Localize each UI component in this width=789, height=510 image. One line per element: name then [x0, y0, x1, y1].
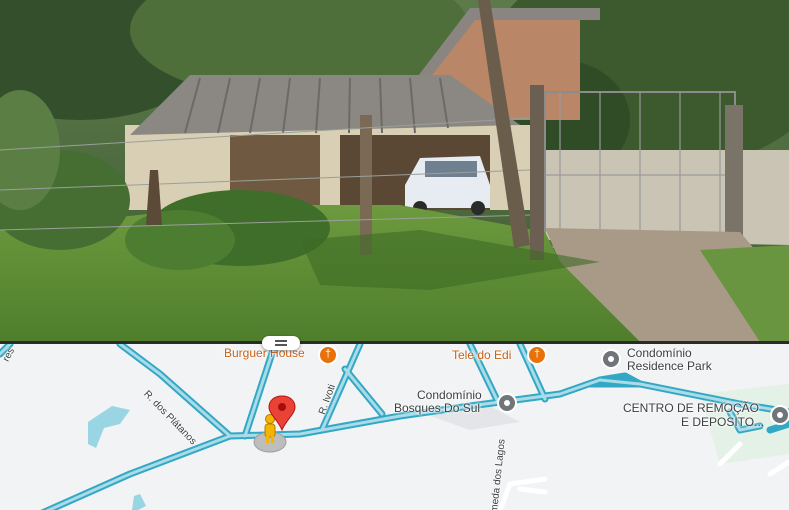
street-view-image: [0, 0, 789, 342]
place-marker-icon[interactable]: [601, 349, 621, 369]
place-marker-icon[interactable]: [497, 393, 517, 413]
resize-handle[interactable]: [262, 336, 300, 350]
poi-label-centro-line1[interactable]: CENTRO DE REMOÇÃO: [623, 402, 759, 415]
restaurant-icon[interactable]: [527, 345, 547, 365]
handle-grip-line: [275, 344, 287, 346]
place-marker-icon[interactable]: [770, 405, 789, 425]
map-view[interactable]: R. dos Plátanos R. Ivoti meda dos Lagos …: [0, 344, 789, 510]
street-view-panorama[interactable]: [0, 0, 789, 342]
restaurant-icon[interactable]: [318, 345, 338, 365]
poi-label-centro-line2[interactable]: E DEPOSITO...: [681, 416, 764, 429]
poi-label-tele-do-edi[interactable]: Tele do Edi: [452, 349, 511, 362]
water-body: [132, 494, 146, 510]
water-body: [88, 406, 130, 448]
handle-grip-line: [275, 340, 287, 342]
poi-label-bosques-line2[interactable]: Bosques Do Sul: [394, 402, 480, 415]
poi-label-residence-park-line2[interactable]: Residence Park: [627, 360, 712, 373]
